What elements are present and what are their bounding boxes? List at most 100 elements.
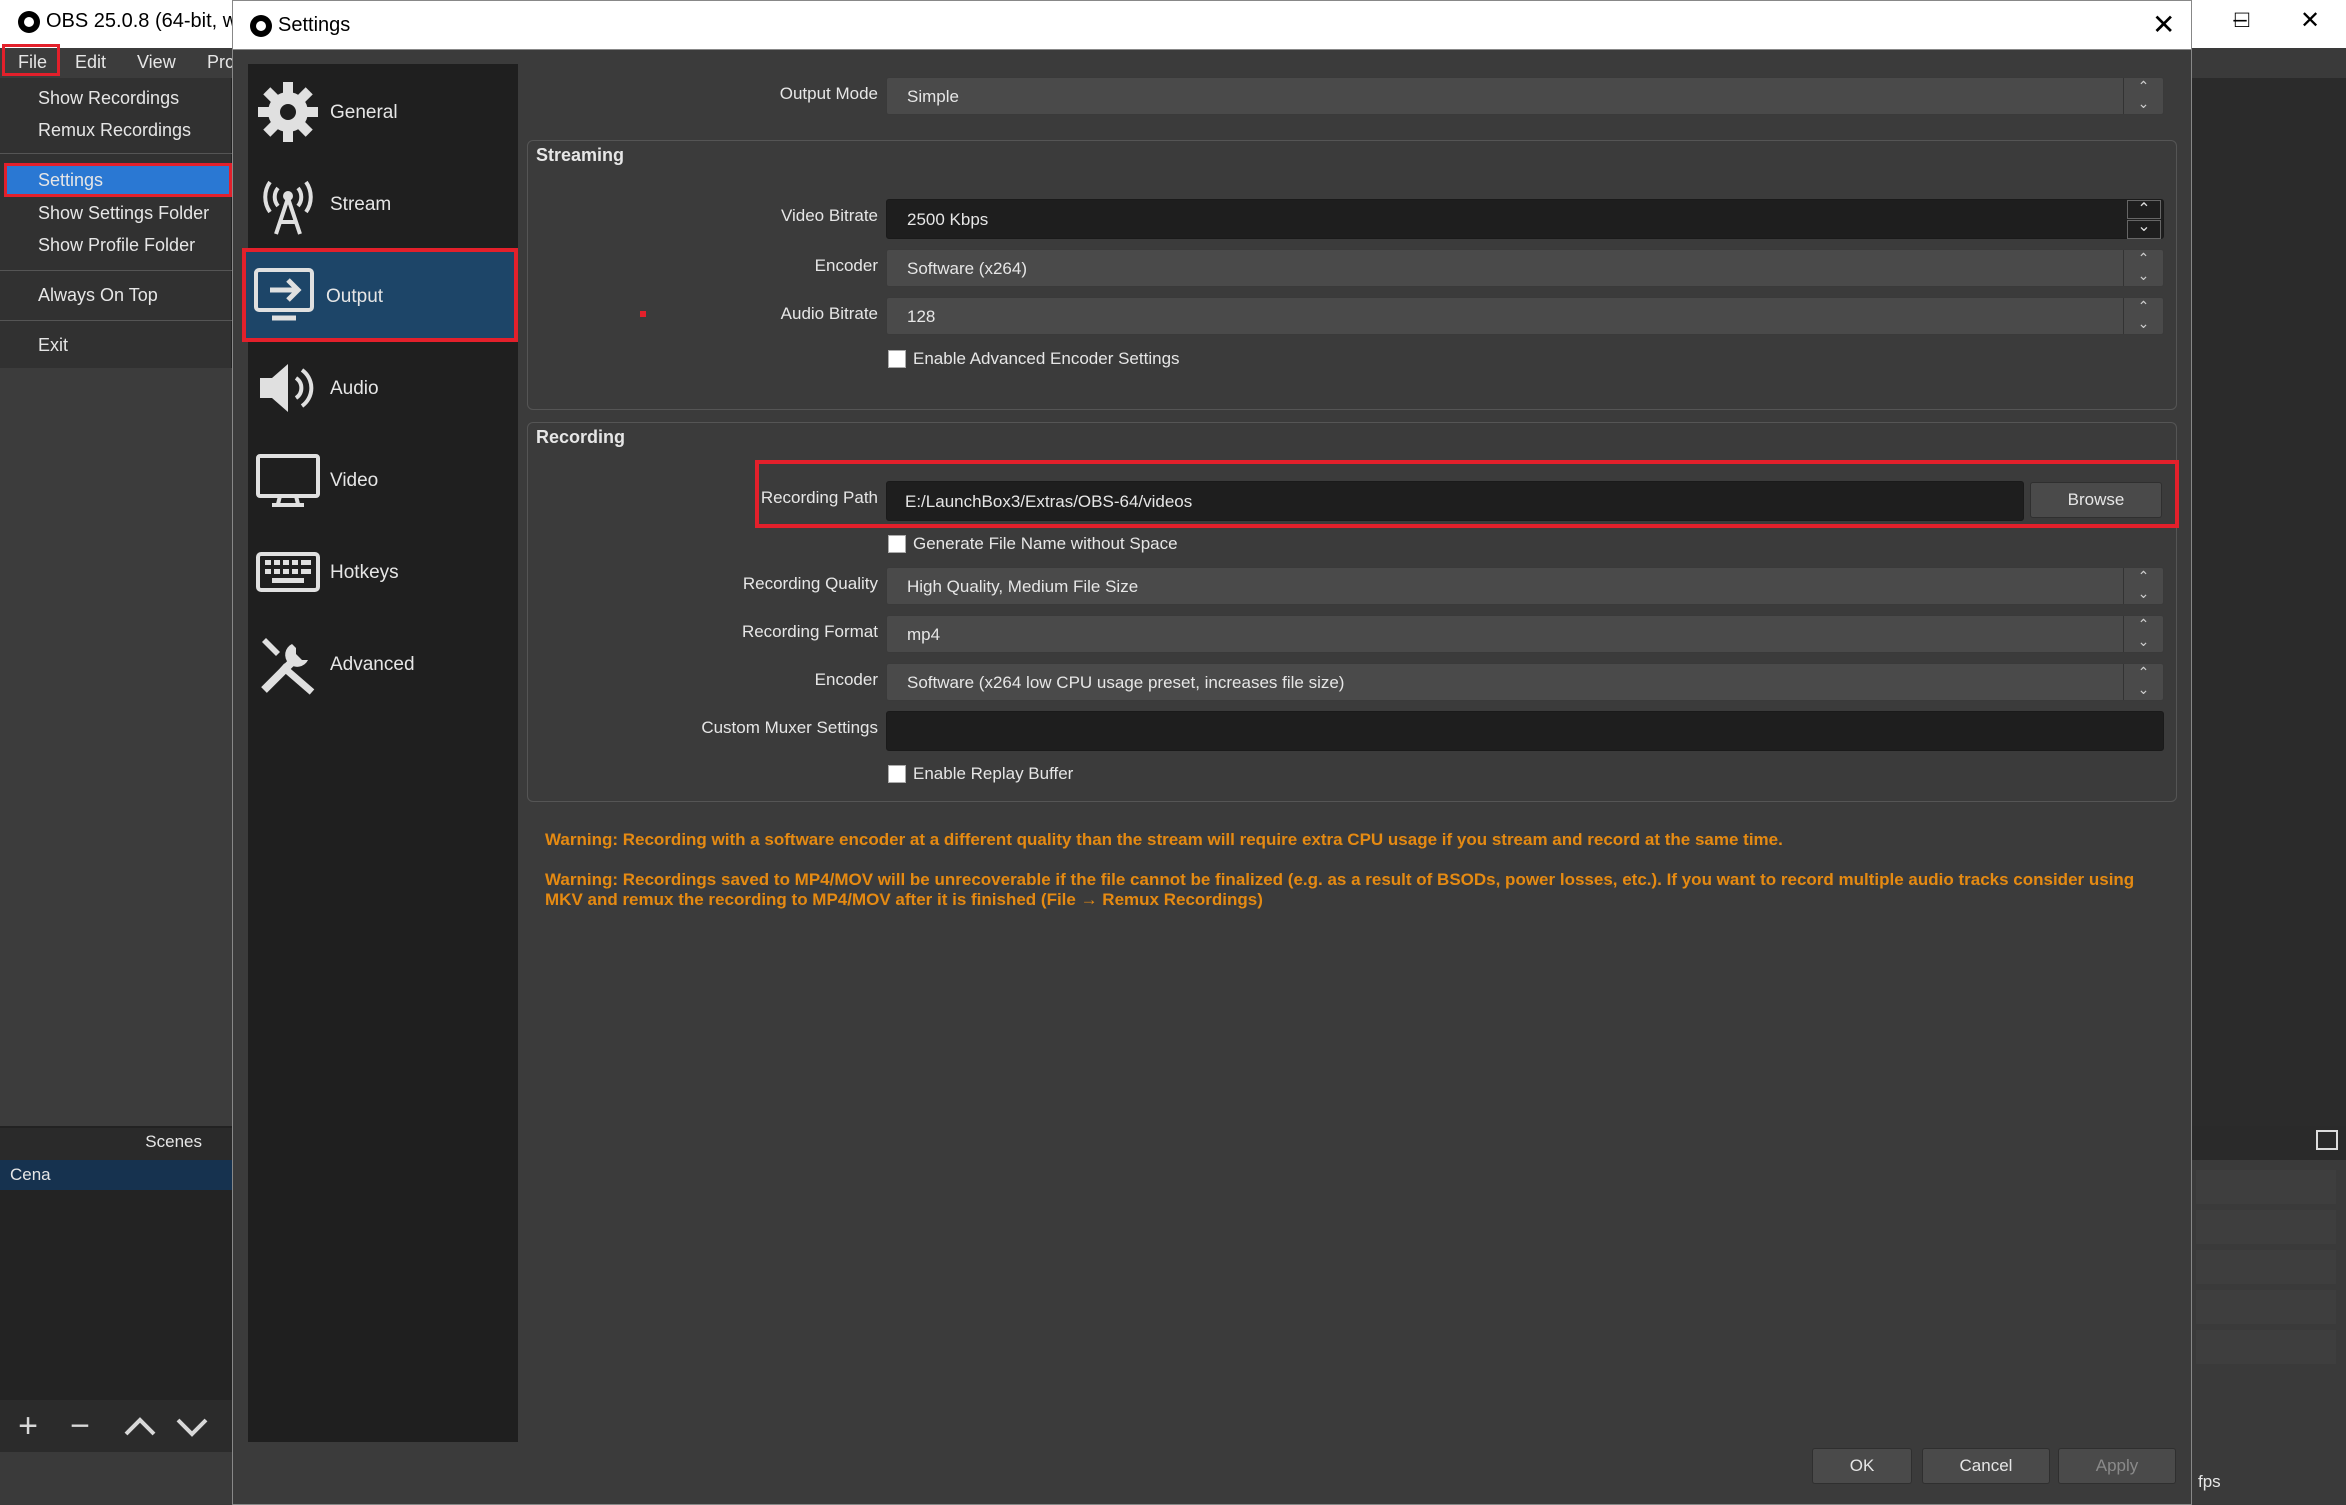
monitor-icon — [256, 454, 320, 507]
settings-title-text: Settings — [278, 14, 351, 36]
recording-quality-value: High Quality, Medium File Size — [907, 577, 1139, 596]
ok-button[interactable]: OK — [1812, 1448, 1912, 1484]
sidebar-label: Hotkeys — [330, 562, 399, 583]
sidebar-item-hotkeys[interactable]: Hotkeys — [248, 526, 518, 618]
recording-title: Recording — [536, 427, 626, 447]
recording-path-label: Recording Path — [760, 488, 878, 507]
menu-item-show-profile-folder[interactable]: Show Profile Folder — [38, 235, 195, 256]
main-close-icon[interactable]: ✕ — [2290, 6, 2330, 35]
menu-separator — [0, 153, 232, 154]
spin-up-icon[interactable]: ⌃ — [2127, 200, 2161, 219]
updown-icon: ⌃ ⌄ — [2123, 298, 2163, 334]
sidebar-item-video[interactable]: Video — [248, 434, 518, 526]
sidebar-item-general[interactable]: General — [248, 66, 518, 158]
settings-title: Settings — [250, 14, 350, 37]
warning-mp4: Warning: Recordings saved to MP4/MOV wil… — [545, 870, 2135, 909]
sidebar-item-audio[interactable]: Audio — [248, 342, 518, 434]
control-button[interactable] — [2196, 1210, 2336, 1244]
gear-icon — [258, 82, 318, 142]
browse-button[interactable]: Browse — [2030, 482, 2162, 518]
menu-view[interactable]: View — [137, 52, 176, 73]
menu-profile[interactable]: Prc — [207, 52, 234, 73]
control-button[interactable] — [2196, 1330, 2336, 1364]
output-mode-label: Output Mode — [779, 84, 878, 103]
sidebar-item-stream[interactable]: Stream — [248, 158, 518, 250]
arrow-up-icon[interactable] — [120, 1406, 160, 1446]
recording-format-select[interactable]: mp4 ⌃ ⌄ — [886, 615, 2164, 653]
output-mode-select[interactable]: Simple ⌃ ⌄ — [886, 77, 2164, 115]
menu-item-always-on-top[interactable]: Always On Top — [38, 285, 158, 306]
stream-encoder-value: Software (x264) — [907, 259, 1027, 278]
control-button[interactable] — [2196, 1290, 2336, 1324]
filename-no-space-label: Generate File Name without Space — [913, 534, 1178, 553]
recording-encoder-select[interactable]: Software (x264 low CPU usage preset, inc… — [886, 663, 2164, 701]
updown-icon: ⌃ ⌄ — [2123, 250, 2163, 286]
maximize-icon[interactable]: □ — [2222, 6, 2262, 34]
main-window-title: OBS 25.0.8 (64-bit, wind — [18, 10, 264, 33]
advanced-encoder-checkbox[interactable] — [888, 350, 906, 368]
menu-edit[interactable]: Edit — [75, 52, 106, 73]
scenes-title: Scenes — [145, 1132, 202, 1151]
output-icon — [254, 268, 314, 321]
control-button[interactable] — [2196, 1170, 2336, 1204]
recording-format-value: mp4 — [907, 625, 941, 644]
updown-icon: ⌃ ⌄ — [2123, 568, 2163, 604]
menu-item-remux-recordings[interactable]: Remux Recordings — [38, 120, 191, 141]
audio-bitrate-label: Audio Bitrate — [780, 304, 878, 323]
sidebar-item-advanced[interactable]: Advanced — [248, 618, 518, 710]
main-preview-right — [2192, 78, 2346, 1126]
menu-item-show-recordings[interactable]: Show Recordings — [38, 88, 179, 109]
scene-label: Cena — [10, 1165, 51, 1184]
popout-icon[interactable] — [2316, 1130, 2338, 1150]
antenna-icon — [263, 180, 313, 235]
arrow-down-icon[interactable] — [172, 1406, 212, 1446]
replay-buffer-checkbox[interactable] — [888, 765, 906, 783]
recording-path-input[interactable]: E:/LaunchBox3/Extras/OBS-64/videos — [886, 481, 2024, 521]
recording-quality-select[interactable]: High Quality, Medium File Size ⌃ ⌄ — [886, 567, 2164, 605]
sidebar-item-output[interactable]: Output — [242, 248, 518, 342]
streaming-title: Streaming — [536, 145, 625, 165]
video-bitrate-spinbox[interactable]: 2500 Kbps ⌃ ⌄ — [886, 199, 2164, 239]
file-menu-highlight — [2, 44, 60, 76]
video-bitrate-value: 2500 Kbps — [907, 210, 989, 229]
warning-cpu: Warning: Recording with a software encod… — [545, 830, 1783, 849]
advanced-encoder-label: Enable Advanced Encoder Settings — [913, 349, 1180, 368]
sidebar-label: General — [330, 102, 398, 123]
recording-encoder-value: Software (x264 low CPU usage preset, inc… — [907, 673, 1345, 692]
stream-encoder-label: Encoder — [814, 256, 878, 275]
menu-item-show-settings-folder[interactable]: Show Settings Folder — [38, 203, 209, 224]
sidebar-label: Stream — [330, 194, 392, 215]
spin-down-icon[interactable]: ⌄ — [2127, 219, 2161, 239]
custom-muxer-label: Custom Muxer Settings — [701, 718, 878, 737]
scenes-list — [0, 1160, 232, 1400]
control-button[interactable] — [2196, 1250, 2336, 1284]
obs-logo-icon — [250, 14, 272, 37]
minus-icon[interactable]: − — [60, 1406, 100, 1446]
video-bitrate-label: Video Bitrate — [780, 206, 878, 225]
keyboard-icon — [256, 552, 320, 592]
menu-separator — [0, 270, 232, 271]
recording-format-label: Recording Format — [741, 622, 878, 641]
audio-bitrate-select[interactable]: 128 ⌃ ⌄ — [886, 297, 2164, 335]
obs-logo-icon — [18, 10, 40, 33]
settings-titlebar — [232, 0, 2192, 50]
stream-encoder-select[interactable]: Software (x264) ⌃ ⌄ — [886, 249, 2164, 287]
recording-encoder-label: Encoder — [814, 670, 878, 689]
updown-icon: ⌃ ⌄ — [2123, 664, 2163, 700]
updown-icon: ⌃ ⌄ — [2123, 78, 2163, 114]
apply-button[interactable]: Apply — [2058, 1448, 2176, 1484]
tools-icon — [261, 638, 315, 695]
sidebar-label: Video — [330, 470, 379, 491]
plus-icon[interactable]: + — [8, 1406, 48, 1446]
main-bottom-area — [0, 1452, 232, 1505]
main-preview-area — [0, 368, 232, 1128]
audio-bitrate-value: 128 — [907, 307, 936, 326]
menu-item-exit[interactable]: Exit — [38, 335, 68, 356]
updown-icon: ⌃ ⌄ — [2123, 616, 2163, 652]
cancel-button[interactable]: Cancel — [1922, 1448, 2050, 1484]
output-mode-value: Simple — [907, 87, 959, 106]
speaker-icon — [260, 364, 314, 412]
filename-no-space-checkbox[interactable] — [888, 535, 906, 553]
settings-close-icon[interactable]: ✕ — [2152, 8, 2175, 41]
custom-muxer-input[interactable] — [886, 711, 2164, 751]
